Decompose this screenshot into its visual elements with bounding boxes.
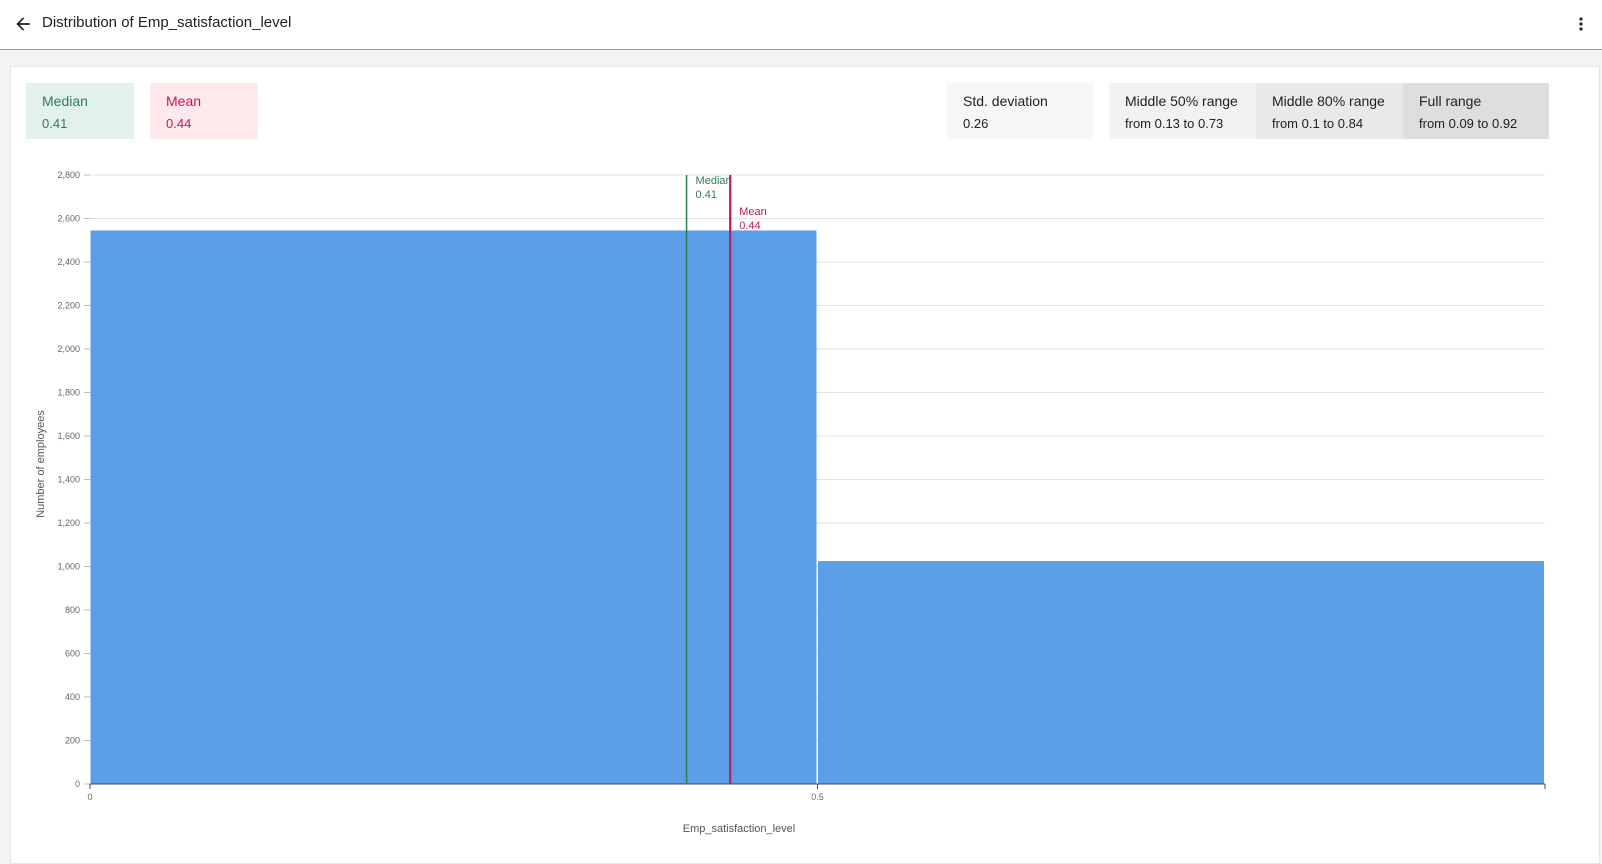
arrow-left-icon	[16, 17, 30, 31]
y-tick-label: 200	[65, 736, 80, 746]
x-tick-label: 0	[87, 792, 92, 802]
histogram-chart: 0 200 400 600 800 1,000 1,200 1,400 1,600 1,800 2,…	[35, 170, 1546, 835]
header-bar: Distribution of Emp_satisfaction_level	[0, 0, 1602, 50]
y-tick-label: 0	[75, 779, 80, 789]
median-line-label: Median	[696, 175, 732, 187]
histogram-bar[interactable]	[818, 561, 1544, 784]
more-vert-icon	[1579, 17, 1583, 31]
y-tick-label: 600	[65, 649, 80, 659]
mean-line-value: 0.44	[739, 220, 760, 232]
y-tick-label: 1,200	[57, 518, 80, 528]
y-tick-label: 2,400	[57, 257, 80, 267]
y-tick-label: 2,600	[57, 214, 80, 224]
x-tick-label: 0.5	[811, 792, 824, 802]
y-tick-label: 1,400	[57, 475, 80, 485]
distribution-card: Median 0.41 Mean 0.44 Std. deviation 0.2…	[10, 66, 1600, 864]
y-tick-label: 2,200	[57, 301, 80, 311]
y-tick-label: 1,800	[57, 388, 80, 398]
x-axis-label: Emp_satisfaction_level	[683, 823, 796, 835]
median-line-value: 0.41	[696, 189, 717, 201]
y-tick-label: 800	[65, 605, 80, 615]
page-title: Distribution of Emp_satisfaction_level	[42, 14, 292, 31]
y-axis-label: Number of employees	[35, 410, 47, 518]
y-tick-label: 1,000	[57, 562, 80, 572]
y-tick-label: 2,000	[57, 344, 80, 354]
histogram-bar[interactable]	[90, 230, 817, 784]
back-button[interactable]	[8, 9, 38, 39]
y-tick-label: 400	[65, 692, 80, 702]
y-tick-label: 2,800	[57, 170, 80, 180]
y-tick-label: 1,600	[57, 431, 80, 441]
mean-line-label: Mean	[739, 206, 767, 218]
more-options-button[interactable]	[1566, 9, 1596, 39]
